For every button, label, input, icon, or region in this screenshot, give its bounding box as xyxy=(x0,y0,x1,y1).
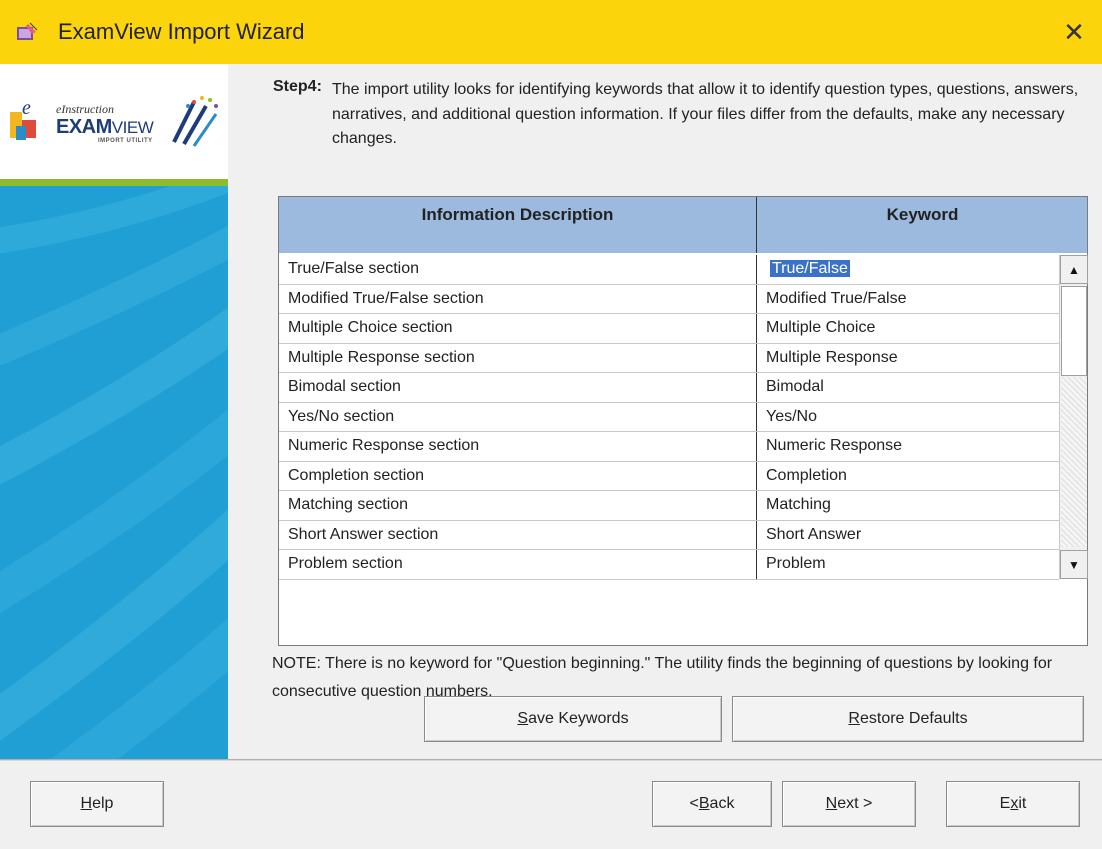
description-cell: Numeric Response section xyxy=(279,432,757,461)
table-row[interactable]: Modified True/False section Modified Tru… xyxy=(279,284,1059,314)
keyword-cell[interactable]: Bimodal xyxy=(758,373,1059,402)
keyword-cell[interactable]: Numeric Response xyxy=(758,432,1059,461)
keyword-cell[interactable]: Modified True/False xyxy=(758,285,1059,314)
keyword-table: Information Description Keyword True/Fal… xyxy=(278,196,1088,646)
table-row[interactable]: Short Answer section Short Answer xyxy=(279,520,1059,550)
back-button[interactable]: < Back xyxy=(652,781,772,827)
einstruction-e-icon: e xyxy=(10,98,36,140)
description-cell: Short Answer section xyxy=(279,520,757,549)
table-rows: True/False section True/False Modified T… xyxy=(279,255,1059,580)
table-row[interactable]: Matching section Matching xyxy=(279,491,1059,521)
table-row[interactable]: Bimodal section Bimodal xyxy=(279,373,1059,403)
keyword-cell[interactable]: Yes/No xyxy=(758,403,1059,432)
table-row[interactable]: Problem section Problem xyxy=(279,550,1059,580)
table-row[interactable]: Numeric Response section Numeric Respons… xyxy=(279,432,1059,462)
table-scrollbar[interactable]: ▲ ▼ xyxy=(1059,255,1088,579)
sidebar-wave-pattern xyxy=(0,186,228,759)
description-cell: Yes/No section xyxy=(279,402,757,431)
next-button[interactable]: Next > xyxy=(782,781,916,827)
keyword-cell[interactable]: Problem xyxy=(758,550,1059,579)
header-keyword: Keyword xyxy=(886,205,959,224)
keyword-cell[interactable]: Short Answer xyxy=(758,521,1059,550)
logo-einstruction-text: eInstruction xyxy=(56,102,114,116)
sidebar-green-stripe xyxy=(0,179,228,186)
table-header: Information Description Keyword xyxy=(279,197,1087,253)
scrollbar-thumb[interactable] xyxy=(1061,286,1087,376)
examview-app-icon xyxy=(17,22,38,40)
description-cell: Multiple Response section xyxy=(279,343,757,372)
scroll-up-arrow-icon[interactable]: ▲ xyxy=(1060,255,1088,284)
keyword-cell[interactable]: Multiple Choice xyxy=(758,314,1059,343)
table-row[interactable]: Multiple Response section Multiple Respo… xyxy=(279,343,1059,373)
restore-defaults-button[interactable]: Restore Defaults xyxy=(732,696,1084,742)
save-keywords-button[interactable]: Save Keywords xyxy=(424,696,722,742)
examview-logo: e eInstruction EXAMVIEW IMPORT UTILITY xyxy=(0,64,228,179)
close-icon[interactable]: ✕ xyxy=(1046,0,1102,64)
table-row[interactable]: Multiple Choice section Multiple Choice xyxy=(279,314,1059,344)
keyword-cell[interactable]: Completion xyxy=(758,462,1059,491)
logo-swirl-icon xyxy=(172,96,218,147)
description-cell: Matching section xyxy=(279,491,757,520)
svg-text:e: e xyxy=(22,98,31,119)
header-information-description: Information Description xyxy=(279,197,757,253)
table-row[interactable]: Yes/No section Yes/No xyxy=(279,402,1059,432)
title-bar: ExamView Import Wizard ✕ xyxy=(0,0,1102,64)
exit-button[interactable]: Ex it xyxy=(946,781,1080,827)
description-cell: Bimodal section xyxy=(279,373,757,402)
help-button[interactable]: Help xyxy=(30,781,164,827)
scroll-down-arrow-icon[interactable]: ▼ xyxy=(1060,550,1088,579)
window-title: ExamView Import Wizard xyxy=(58,19,305,44)
description-cell: Modified True/False section xyxy=(279,284,757,313)
keyword-cell[interactable]: Multiple Response xyxy=(758,344,1059,373)
scrollbar-track[interactable] xyxy=(1061,377,1087,547)
table-row[interactable]: True/False section True/False xyxy=(279,255,1059,285)
step-label: Step4: xyxy=(273,78,322,95)
wizard-content: Step4: The import utility looks for iden… xyxy=(228,64,1102,759)
description-cell: Problem section xyxy=(279,550,757,579)
selected-keyword-text[interactable]: True/False xyxy=(770,260,850,277)
description-cell: Completion section xyxy=(279,461,757,490)
description-cell: Multiple Choice section xyxy=(279,314,757,343)
logo-import-utility-text: IMPORT UTILITY xyxy=(98,138,153,144)
footer-bar xyxy=(0,761,1102,849)
logo-examview-text: EXAMVIEW xyxy=(56,116,154,138)
step-description: The import utility looks for identifying… xyxy=(332,81,1079,147)
keyword-cell[interactable]: Matching xyxy=(758,491,1059,520)
sidebar-blue-panel xyxy=(0,186,228,759)
sidebar-banner: e eInstruction EXAMVIEW IMPORT UTILITY xyxy=(0,64,228,759)
table-row[interactable]: Completion section Completion xyxy=(279,461,1059,491)
description-cell: True/False section xyxy=(279,255,757,284)
keyword-cell-editing[interactable]: True/False xyxy=(758,255,1059,284)
